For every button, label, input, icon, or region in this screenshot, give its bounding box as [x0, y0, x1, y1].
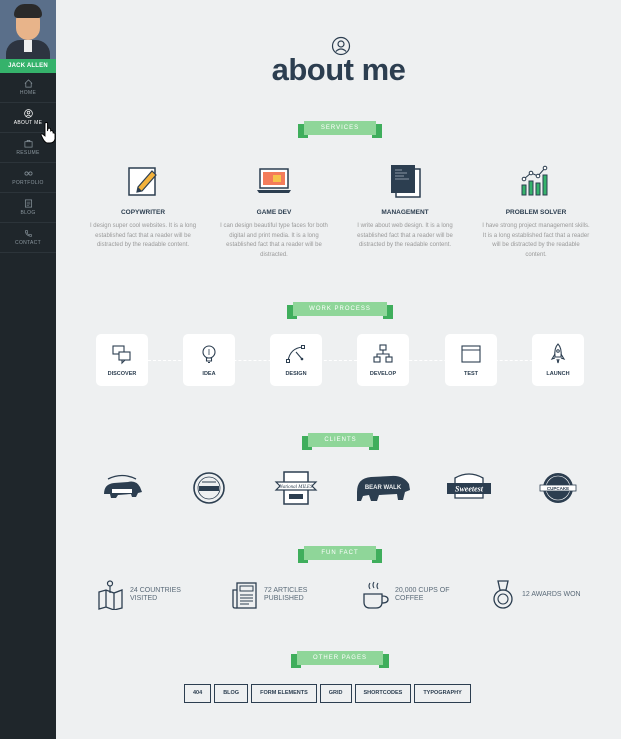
fact-text: 72 ARTICLES PUBLISHED: [264, 587, 308, 602]
browser-icon: [461, 345, 481, 363]
chart-icon: [521, 165, 548, 196]
sidebar-item-home[interactable]: HOME: [0, 73, 56, 103]
image-icon: [24, 199, 32, 208]
glasses-icon: [24, 171, 32, 176]
other-pages-links: 404 BLOG FORM ELEMENTS GRID SHORTCODES T…: [184, 684, 471, 703]
step-launch: LAUNCH: [532, 334, 584, 386]
pencil-note-icon: [128, 167, 157, 196]
client-logo-text: CUPCAKE: [547, 486, 569, 491]
national-miles-logo: National MILES: [274, 471, 318, 505]
laptop-icon: [257, 168, 291, 193]
sidebar: JACK ALLEN HOME ABOUT ME RESUME PORTFOLI…: [0, 0, 56, 739]
service-text: I design super cool websites. It is a lo…: [89, 223, 197, 248]
step-label: DESIGN: [285, 371, 307, 377]
ribbon-label: SERVICES: [304, 121, 376, 135]
fact-text: 12 AWARDS WON: [522, 591, 581, 598]
service-copywriter: COPYWRITER I design super cool websites.…: [88, 163, 198, 251]
fact-articles: 72 ARTICLES PUBLISHED: [232, 580, 336, 610]
profile-name: JACK ALLEN: [0, 59, 56, 73]
service-text: I have strong project management skills.…: [482, 223, 590, 258]
sidebar-item-blog[interactable]: BLOG: [0, 193, 56, 223]
sweetest-logo: Sweetest: [447, 473, 491, 499]
fact-text: 20,000 CUPS OF COFFEE: [395, 587, 450, 602]
page-link-grid[interactable]: GRID: [319, 684, 352, 703]
service-title: MANAGEMENT: [381, 209, 429, 216]
bulb-icon: [202, 345, 216, 364]
sidebar-item-contact[interactable]: CONTACT: [0, 223, 56, 253]
fact-text: 24 COUNTRIES VISITED: [130, 587, 181, 602]
fun-fact-ribbon: FUN FACT: [298, 546, 382, 563]
hand-cursor-icon: [40, 122, 56, 144]
page-link-shortcodes[interactable]: SHORTCODES: [354, 684, 412, 703]
sidebar-item-label: CONTACT: [15, 240, 41, 246]
step-idea: IDEA: [183, 334, 235, 386]
user-icon: [23, 109, 33, 118]
chat-icon: [112, 345, 131, 365]
clients-ribbon: CLIENTS: [302, 433, 379, 450]
step-label: DEVELOP: [369, 371, 397, 377]
step-test: TEST: [445, 334, 497, 386]
app: JACK ALLEN HOME ABOUT ME RESUME PORTFOLI…: [0, 0, 621, 739]
documents-icon: [391, 165, 421, 198]
fact-countries: 24 COUNTRIES VISITED: [98, 580, 202, 610]
service-title: GAME DEV: [256, 209, 292, 216]
services-ribbon: SERVICES: [298, 121, 382, 138]
home-icon: [24, 79, 32, 88]
service-game-dev: GAME DEV I can design beautiful type fac…: [219, 163, 329, 260]
client-logo-text: National MILES: [279, 485, 313, 490]
page-link-blog[interactable]: BLOG: [214, 684, 249, 703]
step-design: DESIGN: [270, 334, 322, 386]
service-text: I write about web design. It is a long e…: [357, 223, 453, 248]
sitemap-icon: [373, 344, 393, 363]
work-process-ribbon: WORK PROCESS: [287, 302, 393, 319]
bear-logo-1: [104, 474, 142, 498]
step-label: DISCOVER: [107, 371, 137, 377]
sidebar-item-portfolio[interactable]: PORTFOLIO: [0, 163, 56, 193]
ribbon-label: OTHER PAGES: [297, 651, 383, 665]
client-logo-text: Sweetest: [455, 485, 484, 494]
service-text: I can design beautiful type faces for bo…: [220, 223, 328, 258]
bear-walk-logo: BEAR WALK: [357, 475, 410, 501]
step-label: TEST: [463, 371, 479, 377]
step-develop: DEVELOP: [357, 334, 409, 386]
page-link-typography[interactable]: TYPOGRAPHY: [414, 684, 471, 703]
sidebar-item-label: BLOG: [20, 210, 36, 216]
circle-badge-logo: [193, 472, 225, 504]
newspaper-icon: [232, 582, 257, 609]
step-label: LAUNCH: [546, 371, 570, 377]
coffee-icon: [363, 581, 389, 609]
sidebar-item-label: RESUME: [16, 150, 40, 156]
ribbon-label: WORK PROCESS: [293, 302, 387, 316]
rocket-icon: [550, 343, 566, 364]
service-title: COPYWRITER: [120, 209, 166, 216]
ribbon-label: CLIENTS: [308, 433, 373, 447]
avatar: [0, 0, 56, 59]
page-link-404[interactable]: 404: [184, 684, 212, 703]
medal-icon: [493, 580, 513, 609]
pen-tool-icon: [286, 345, 305, 363]
map-icon: [98, 580, 123, 610]
sidebar-item-label: ABOUT ME: [13, 120, 43, 126]
other-pages-ribbon: OTHER PAGES: [291, 651, 389, 668]
fact-coffee: 20,000 CUPS OF COFFEE: [363, 580, 467, 610]
briefcase-icon: [24, 139, 32, 148]
service-title: PROBLEM SOLVER: [505, 209, 567, 216]
step-discover: DISCOVER: [96, 334, 148, 386]
ribbon-label: FUN FACT: [304, 546, 376, 560]
client-logo-text: BEAR WALK: [365, 485, 402, 491]
sidebar-item-label: HOME: [19, 90, 37, 96]
main-content: about me SERVICES COPYWRITER I design su…: [56, 0, 621, 739]
sidebar-item-label: PORTFOLIO: [12, 180, 44, 186]
step-label: IDEA: [202, 371, 216, 377]
phone-icon: [24, 230, 32, 237]
cupcake-logo: CUPCAKE: [539, 473, 577, 503]
page-title: about me: [271, 52, 406, 87]
service-problem-solver: PROBLEM SOLVER I have strong project man…: [481, 163, 591, 260]
service-management: MANAGEMENT I write about web design. It …: [350, 163, 460, 251]
page-link-form-elements[interactable]: FORM ELEMENTS: [251, 684, 317, 703]
fact-awards: 12 AWARDS WON: [490, 580, 594, 610]
